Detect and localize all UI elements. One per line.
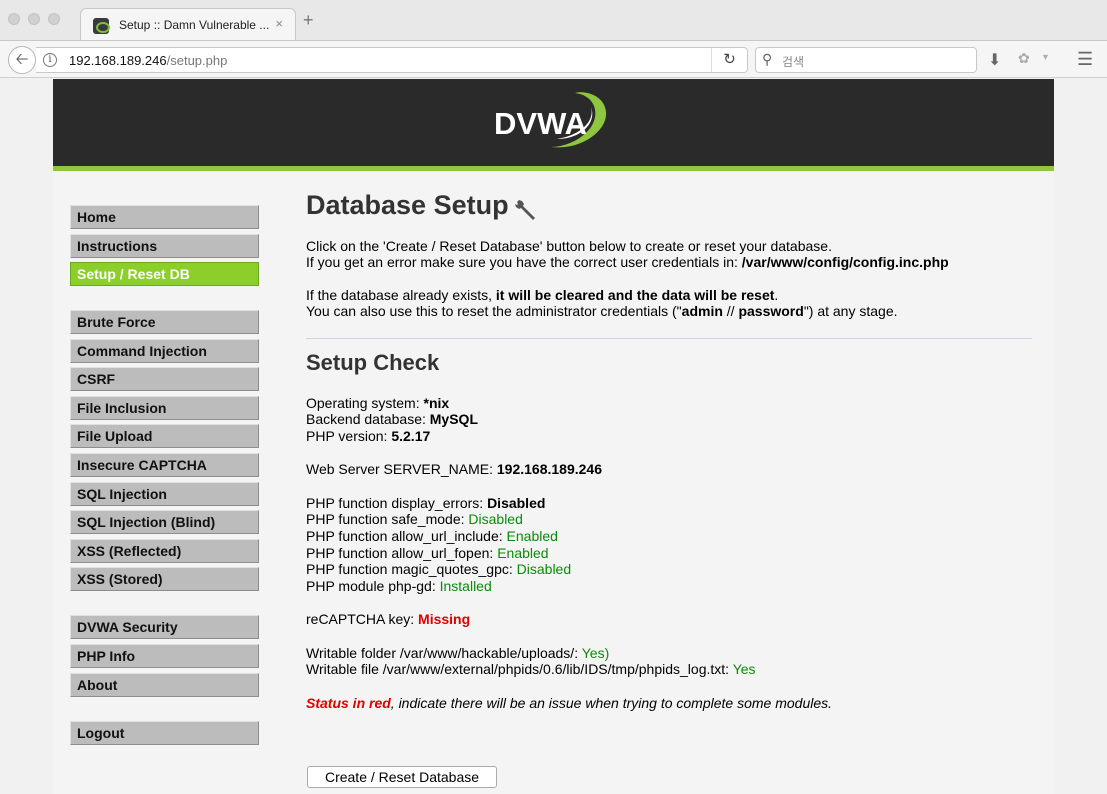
- warning-text-2: You can also use this to reset the admin…: [306, 303, 898, 319]
- sidebar-item-logout[interactable]: Logout: [70, 721, 259, 745]
- sidebar-item-sql-injection-blind[interactable]: SQL Injection (Blind): [70, 510, 259, 534]
- close-window-button[interactable]: [8, 13, 20, 25]
- sidebar-item-about[interactable]: About: [70, 673, 259, 697]
- db-status: Backend database: MySQL: [306, 411, 478, 427]
- download-icon[interactable]: ⬇: [988, 50, 1001, 70]
- allow-url-include-status: PHP function allow_url_include: Enabled: [306, 528, 558, 544]
- back-arrow-icon[interactable]: 🡠: [8, 46, 36, 74]
- tab-title: Setup :: Damn Vulnerable ...: [119, 18, 270, 32]
- safe-mode-status: PHP function safe_mode: Disabled: [306, 511, 523, 527]
- close-tab-icon[interactable]: ×: [275, 16, 283, 31]
- divider: [306, 338, 1032, 339]
- sidebar-item-instructions[interactable]: Instructions: [70, 234, 259, 258]
- extension-icon[interactable]: ✿: [1018, 50, 1030, 67]
- sidebar-item-home[interactable]: Home: [70, 205, 259, 229]
- search-input[interactable]: ⚲ 검색: [755, 47, 977, 73]
- sidebar-item-brute-force[interactable]: Brute Force: [70, 310, 259, 334]
- dvwa-logo: DVWA: [494, 92, 607, 148]
- address-bar[interactable]: i 192.168.189.246/setup.php ↻: [36, 47, 748, 73]
- status-note: Status in red, indicate there will be an…: [306, 695, 833, 711]
- sidebar-item-php-info[interactable]: PHP Info: [70, 644, 259, 668]
- allow-url-fopen-status: PHP function allow_url_fopen: Enabled: [306, 545, 549, 561]
- server-name-status: Web Server SERVER_NAME: 192.168.189.246: [306, 461, 602, 477]
- sidebar-item-insecure-captcha[interactable]: Insecure CAPTCHA: [70, 453, 259, 477]
- dvwa-favicon-icon: [93, 18, 110, 34]
- wrench-icon: [514, 200, 535, 220]
- os-status: Operating system: *nix: [306, 395, 450, 411]
- new-tab-icon[interactable]: +: [303, 11, 314, 29]
- hamburger-menu-icon[interactable]: ☰: [1077, 49, 1093, 70]
- page-container: DVWA Home Instructions Setup / Reset DB Bru…: [53, 79, 1054, 794]
- sidebar-item-xss-reflected[interactable]: XSS (Reflected): [70, 539, 259, 563]
- warning-text-1: If the database already exists, it will …: [306, 287, 779, 303]
- intro-text-1: Click on the 'Create / Reset Database' b…: [306, 238, 832, 254]
- browser-nav-bar: 🡠 i 192.168.189.246/setup.php ↻ ⚲ 검색 ⬇ ✿…: [0, 40, 1107, 78]
- url-text: 192.168.189.246/setup.php: [69, 53, 228, 68]
- writable-file-status: Writable file /var/www/external/phpids/0…: [306, 661, 756, 677]
- php-gd-status: PHP module php-gd: Installed: [306, 578, 492, 594]
- browser-tab-bar: Setup :: Damn Vulnerable ... × +: [0, 0, 1107, 40]
- sidebar-item-file-inclusion[interactable]: File Inclusion: [70, 396, 259, 420]
- search-placeholder: 검색: [782, 55, 805, 69]
- svg-text:DVWA: DVWA: [494, 106, 587, 141]
- page-header: DVWA: [53, 79, 1054, 171]
- info-icon[interactable]: i: [43, 53, 57, 67]
- sidebar-item-sql-injection[interactable]: SQL Injection: [70, 482, 259, 506]
- reload-icon[interactable]: ↻: [711, 48, 747, 72]
- sidebar-item-xss-stored[interactable]: XSS (Stored): [70, 567, 259, 591]
- page-title: Database Setup: [306, 192, 541, 223]
- setup-check-heading: Setup Check: [306, 350, 440, 375]
- create-reset-database-button[interactable]: Create / Reset Database: [307, 766, 497, 788]
- sidebar-item-file-upload[interactable]: File Upload: [70, 424, 259, 448]
- intro-text-2: If you get an error make sure you have t…: [306, 254, 949, 270]
- minimize-window-button[interactable]: [28, 13, 40, 25]
- maximize-window-button[interactable]: [48, 13, 60, 25]
- sidebar-item-csrf[interactable]: CSRF: [70, 367, 259, 391]
- php-version-status: PHP version: 5.2.17: [306, 428, 431, 444]
- browser-tab[interactable]: Setup :: Damn Vulnerable ... ×: [80, 8, 296, 40]
- recaptcha-status: reCAPTCHA key: Missing: [306, 611, 471, 627]
- chevron-down-icon[interactable]: ▾: [1043, 52, 1048, 63]
- sidebar-item-command-injection[interactable]: Command Injection: [70, 339, 259, 363]
- search-icon: ⚲: [762, 51, 773, 67]
- magic-quotes-status: PHP function magic_quotes_gpc: Disabled: [306, 561, 572, 577]
- sidebar-item-setup-reset-db[interactable]: Setup / Reset DB: [70, 262, 259, 286]
- page-viewport: DVWA Home Instructions Setup / Reset DB Bru…: [0, 79, 1107, 794]
- display-errors-status: PHP function display_errors: Disabled: [306, 495, 546, 511]
- sidebar-item-dvwa-security[interactable]: DVWA Security: [70, 615, 259, 639]
- writable-folder-status: Writable folder /var/www/hackable/upload…: [306, 645, 610, 661]
